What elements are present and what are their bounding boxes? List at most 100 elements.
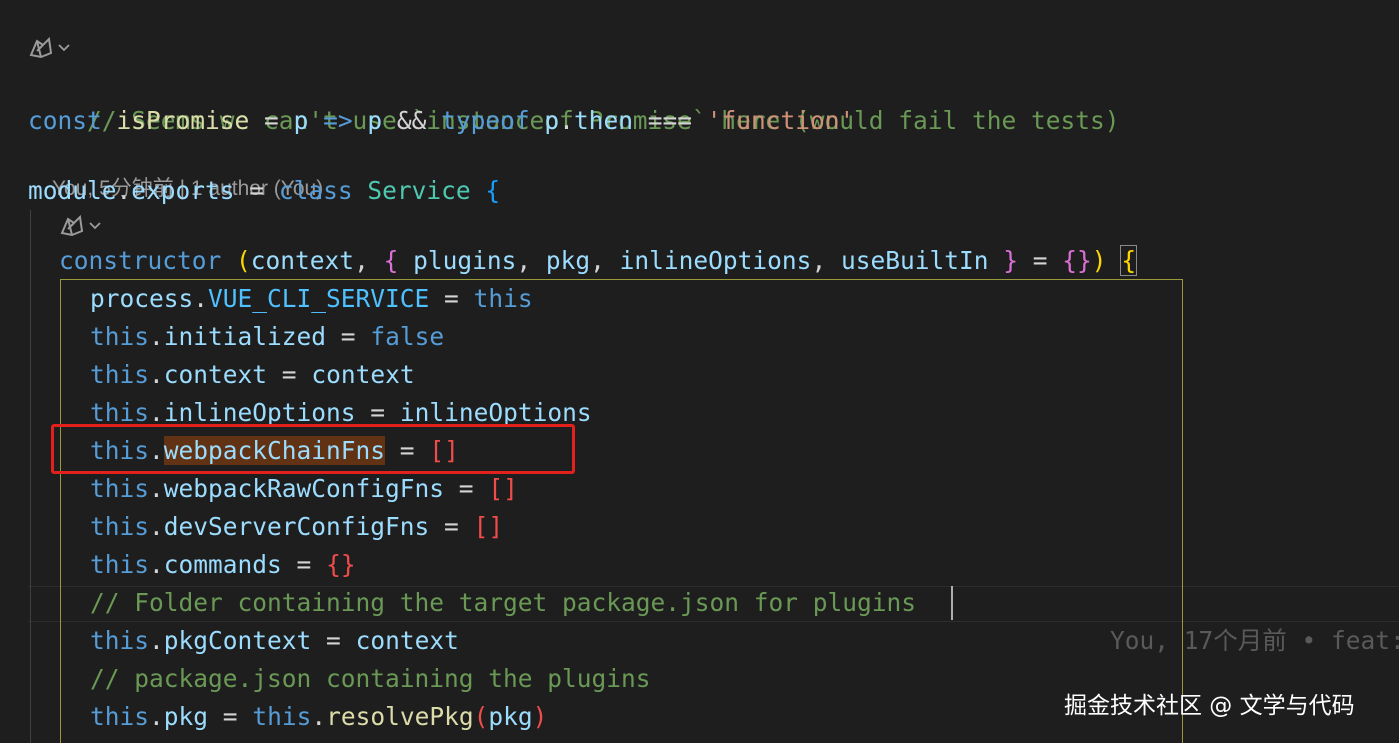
code-line-10[interactable]: this.webpackRawConfigFns = [] [90,470,518,508]
code-line-11[interactable]: this.devServerConfigFns = [] [90,508,503,546]
code-line-3[interactable]: module.exports = class Service { [28,172,500,210]
dot: . [116,176,132,205]
comma: , [811,246,841,275]
param-p: p [293,106,309,135]
dot: . [149,512,164,541]
keyword-this: this [90,626,150,655]
operator: = [355,398,400,427]
keyword-this: this [473,284,533,313]
code-line-13[interactable]: // Folder containing the target package.… [90,584,916,622]
dot: . [149,398,164,427]
empty-array: [] [488,474,518,503]
indent-guide [30,210,31,743]
git-blame-inline[interactable]: You, 17个月前 • feat: f [1051,584,1399,655]
dot: . [149,474,164,503]
property-name: pkg [163,702,209,731]
operator: = [208,702,253,731]
dot: . [311,702,327,731]
property-name: commands [163,550,282,579]
keyword-this: this [90,360,150,389]
comma: , [516,246,546,275]
keyword-this: this [90,702,150,731]
dot: . [559,106,574,135]
code-line-16[interactable]: this.pkg = this.resolvePkg(pkg) [90,698,547,736]
comment-text: // package.json containing the plugins [90,664,651,693]
copilot-sparkle-icon[interactable] [27,33,79,63]
dot: . [193,284,209,313]
dot: . [149,626,164,655]
code-line-7[interactable]: this.context = context [90,356,415,394]
param-context: context [250,246,355,275]
body-brace-open: { [1120,245,1138,276]
property-name: webpackRawConfigFns [163,474,445,503]
code-line-15[interactable]: // package.json containing the plugins [90,660,651,698]
property-name: VUE_CLI_SERVICE [208,284,430,313]
operator: = [444,474,489,503]
paren-open: ( [236,246,251,275]
operator: = [429,512,474,541]
dot: . [149,322,164,351]
code-line-2[interactable]: const isPromise = p => p && typeof p.the… [28,102,854,140]
operator: = [267,360,312,389]
literal-false: false [370,322,445,351]
destructure-open: { [383,246,399,275]
identifier-process: process [90,284,194,313]
keyword-this: this [90,550,150,579]
class-name: Service [367,176,471,205]
identifier-isPromise: isPromise [116,106,250,135]
empty-object: {} [326,550,356,579]
param-useBuiltIn: useBuiltIn [840,246,989,275]
code-line-12[interactable]: this.commands = {} [90,546,356,584]
code-line-5[interactable]: process.VUE_CLI_SERVICE = this [90,280,533,318]
keyword-this: this [90,512,150,541]
identifier-value: inlineOptions [399,398,592,427]
keyword-this: this [90,474,150,503]
arg-pkg: pkg [488,702,533,731]
red-annotation-box [51,424,575,474]
property-name: inlineOptions [163,398,356,427]
keyword-this: this [90,398,150,427]
operator-strict-equal: === [632,106,707,135]
comment-text: // Folder containing the target package.… [90,588,917,617]
code-line-1[interactable]: // Seems we can't use `instanceof Promis… [28,64,1120,135]
identifier-module: module [28,176,117,205]
property-exports: exports [131,176,235,205]
keyword-class: class [278,176,353,205]
operator: = [1018,246,1063,275]
destructure-close: } [1003,246,1018,275]
param-plugins: plugins [413,246,517,275]
string-literal: 'function' [706,106,855,135]
code-line-14[interactable]: this.pkgContext = context [90,622,459,660]
dot: . [149,360,164,389]
paren-close: ) [1091,246,1107,275]
code-line-4[interactable]: constructor (context, { plugins, pkg, in… [59,242,1138,280]
dot: . [149,550,164,579]
keyword-this: this [90,322,150,351]
property-name: pkgContext [163,626,312,655]
param-pkg: pkg [545,246,591,275]
code-line-6[interactable]: this.initialized = false [90,318,444,356]
keyword-constructor: constructor [59,246,222,275]
code-editor[interactable]: // Seems we can't use `instanceof Promis… [0,0,1399,743]
paren-open: ( [473,702,489,731]
property-name: initialized [163,322,327,351]
empty-object: {} [1062,246,1092,275]
git-blame-text[interactable]: You, 17个月前 • feat: f [1110,626,1399,655]
identifier-value: context [311,360,415,389]
operator: = [249,106,294,135]
param-inlineOptions: inlineOptions [619,246,812,275]
dot: . [149,702,164,731]
property-name: devServerConfigFns [163,512,430,541]
property-then: then [573,106,633,135]
operator: = [429,284,474,313]
text-cursor [951,586,953,620]
property-name: context [163,360,268,389]
operator-and: && [382,106,442,135]
operator: = [326,322,371,351]
paren-close: ) [532,702,548,731]
keyword-const: const [28,106,102,135]
identifier-p: p [544,106,560,135]
copilot-sparkle-icon[interactable] [58,211,110,241]
operator: = [234,176,279,205]
codelens-author[interactable]: You, 5分钟前 | 1 author (You) [29,144,323,200]
